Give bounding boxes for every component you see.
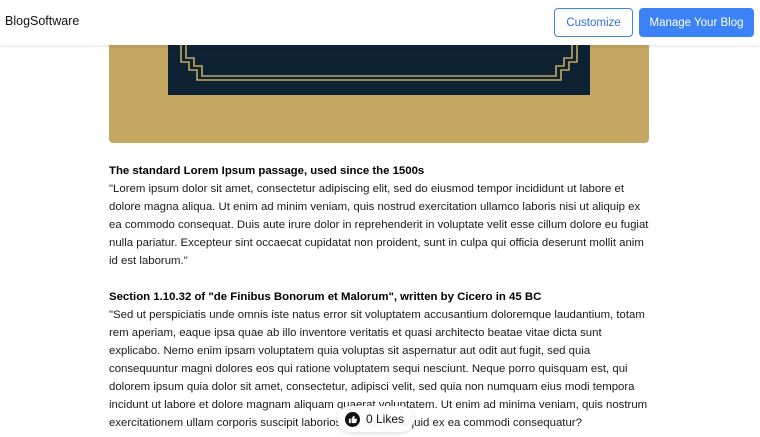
like-button[interactable]: 0 Likes [337,406,415,432]
section-paragraph: "Lorem ipsum dolor sit amet, consectetur… [109,183,649,267]
like-icon [345,411,360,427]
manage-blog-button[interactable]: Manage Your Blog [639,8,754,37]
brand-name[interactable]: BlogSoftware [5,14,79,28]
top-navigation-bar: BlogSoftware Customize Manage Your Blog [0,0,760,45]
customize-button[interactable]: Customize [554,8,633,37]
section-heading: Section 1.10.32 of "de Finibus Bonorum e… [109,291,542,303]
likes-count: 0 Likes [366,412,405,426]
section-heading: The standard Lorem Ipsum passage, used s… [109,165,425,177]
article-body: The standard Lorem Ipsum passage, used s… [109,162,654,437]
